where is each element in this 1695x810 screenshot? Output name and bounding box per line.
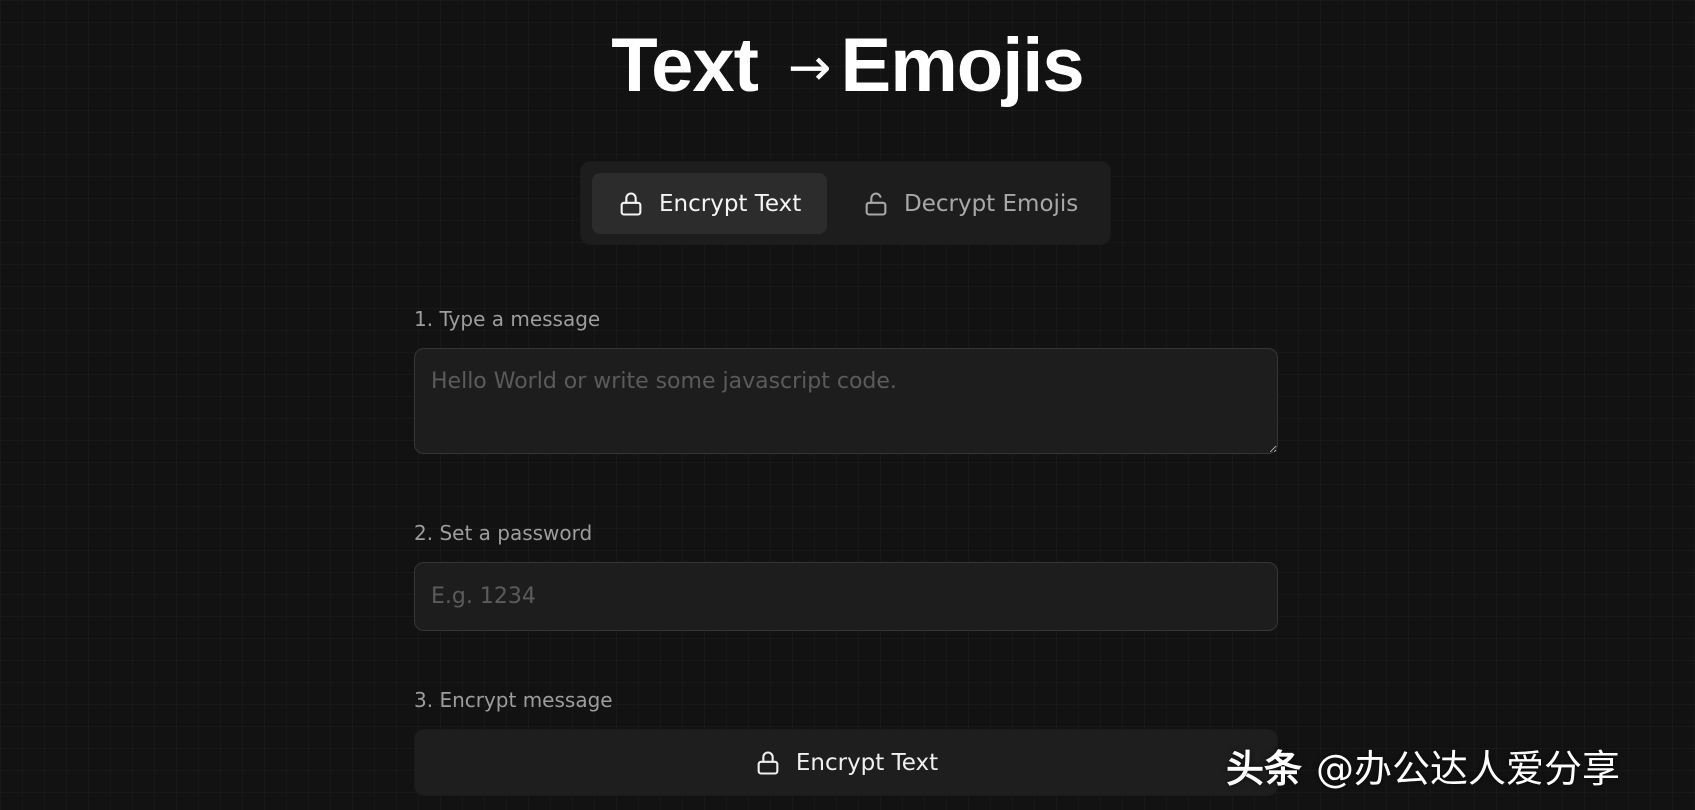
encrypt-form: 1. Type a message 2. Set a password 3. E… <box>414 302 1278 796</box>
tab-label: Decrypt Emojis <box>904 190 1079 217</box>
lock-icon <box>620 192 642 216</box>
title-text: Text <box>611 23 759 108</box>
tab-encrypt-text[interactable]: Encrypt Text <box>592 173 827 234</box>
tab-decrypt-emojis[interactable]: Decrypt Emojis <box>837 173 1102 234</box>
watermark-brand: 头条 <box>1226 747 1303 791</box>
mode-tabs: Encrypt Text Decrypt Emojis <box>580 161 1111 245</box>
lock-icon <box>757 751 779 775</box>
unlock-icon <box>865 192 887 216</box>
watermark-handle: @办公达人爱分享 <box>1316 747 1621 791</box>
encrypt-button-label: Encrypt Text <box>795 749 939 776</box>
watermark: 头条 @办公达人爱分享 <box>1226 738 1620 793</box>
message-input[interactable] <box>414 348 1278 454</box>
message-label: 1. Type a message <box>414 307 601 331</box>
password-input[interactable] <box>414 562 1278 631</box>
tab-label: Encrypt Text <box>659 190 802 217</box>
arrow-icon: → <box>787 38 832 98</box>
password-label: 2. Set a password <box>414 521 593 545</box>
page-title: Text → Emojis <box>0 24 1695 116</box>
encrypt-button[interactable]: Encrypt Text <box>414 729 1278 796</box>
title-emojis: Emojis <box>840 23 1085 108</box>
encrypt-label: 3. Encrypt message <box>414 688 613 712</box>
